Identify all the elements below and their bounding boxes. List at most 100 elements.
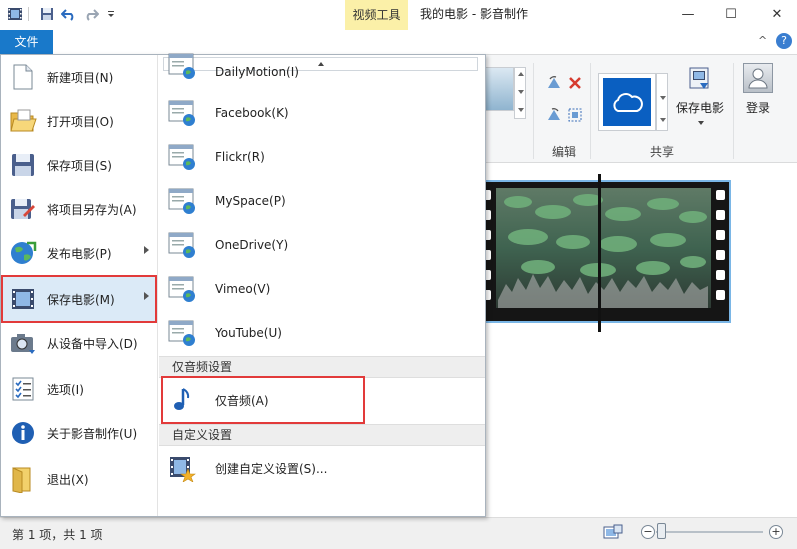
qat-redo-icon[interactable] [82, 5, 100, 23]
menu-item-import-from-device[interactable]: 从设备中导入(D) [3, 321, 155, 365]
submenu-item-label: 仅音频(A) [215, 393, 269, 408]
user-avatar-icon[interactable] [743, 63, 773, 93]
window-title: 我的电影 - 影音制作 [420, 7, 528, 21]
title-bar: 视频工具 我的电影 - 影音制作 — ☐ ✕ [0, 0, 797, 30]
zoom-slider-thumb[interactable] [657, 523, 666, 539]
save-movie-icon[interactable] [686, 65, 714, 96]
submenu-item-label: 创建自定义设置(S)... [215, 461, 328, 476]
qat-save-icon[interactable] [38, 5, 56, 23]
menu-item-save-as[interactable]: 将项目另存为(A) [3, 187, 155, 231]
menu-item-label: 发布电影(P) [47, 246, 112, 261]
menu-item-label: 新建项目(N) [47, 70, 114, 85]
menu-item-label: 选项(I) [47, 382, 84, 397]
share-gallery-scroller[interactable] [656, 73, 668, 131]
minimize-button[interactable]: — [668, 0, 708, 28]
web-page-globe-icon [166, 273, 198, 305]
app-film-icon[interactable] [6, 5, 24, 23]
ribbon-separator [733, 63, 734, 159]
camera-import-icon [7, 327, 39, 359]
menu-item-new-project[interactable]: 新建项目(N) [3, 55, 155, 99]
menu-item-open-project[interactable]: 打开项目(O) [3, 99, 155, 143]
rotate-left-icon[interactable] [546, 75, 562, 94]
submenu-item-facebook[interactable]: Facebook(K) [163, 91, 481, 135]
file-menu: 新建项目(N) 打开项目(O) 保存项目(S) 将项目另存为(A) 发布电影(P… [0, 53, 486, 517]
menu-item-label: 退出(X) [47, 472, 89, 487]
menu-item-label: 保存电影(M) [47, 292, 115, 307]
publish-globe-icon [7, 237, 39, 269]
save-movie-dropdown-icon[interactable] [698, 121, 704, 125]
submenu-item-create-custom[interactable]: 创建自定义设置(S)... [163, 446, 481, 490]
menu-item-label: 从设备中导入(D) [47, 336, 138, 351]
menu-item-about[interactable]: 关于影音制作(U) [3, 411, 155, 455]
menu-item-exit[interactable]: 退出(X) [3, 457, 155, 501]
zoom-slider-track[interactable] [656, 531, 763, 533]
ribbon-separator [533, 63, 534, 159]
zoom-in-button[interactable]: + [769, 525, 783, 539]
zoom-out-button[interactable]: − [641, 525, 655, 539]
film-star-icon [166, 452, 198, 484]
submenu-arrow-icon [144, 292, 149, 300]
remove-icon[interactable] [567, 75, 583, 94]
help-icon[interactable]: ? [776, 33, 792, 49]
exit-icon [7, 463, 39, 495]
save-as-icon [7, 193, 39, 225]
music-note-icon [166, 384, 198, 416]
video-tools-context-tab[interactable]: 视频工具 [345, 0, 408, 30]
qat-undo-icon[interactable] [60, 5, 78, 23]
web-page-globe-icon [166, 50, 198, 82]
menu-item-save-movie[interactable]: 保存电影(M) [1, 275, 157, 323]
ribbon-collapse-icon[interactable]: ^ [758, 34, 767, 47]
submenu-arrow-icon [144, 246, 149, 254]
file-tab[interactable]: 文件 [0, 30, 53, 54]
close-button[interactable]: ✕ [757, 0, 797, 28]
movie-maker-window: 视频工具 我的电影 - 影音制作 — ☐ ✕ 文件 ^ ? 编辑 保存电影 共享… [0, 0, 797, 549]
menu-item-label: 打开项目(O) [47, 114, 114, 129]
playhead-indicator[interactable] [598, 174, 601, 332]
submenu-item-onedrive[interactable]: OneDrive(Y) [163, 223, 481, 267]
status-bar: 第 1 项，共 1 项 − + [0, 517, 797, 549]
film-icon [7, 283, 39, 315]
menu-item-publish-movie[interactable]: 发布电影(P) [3, 231, 155, 275]
save-movie-ribbon-button[interactable]: 保存电影 [676, 99, 724, 116]
signin-button[interactable]: 登录 [746, 99, 770, 116]
submenu-item-label: Vimeo(V) [215, 282, 271, 296]
open-folder-icon [7, 105, 39, 137]
select-all-icon[interactable] [567, 107, 583, 126]
submenu-item-label: DailyMotion(I) [215, 65, 299, 79]
submenu-item-dailymotion[interactable]: DailyMotion(I) [163, 49, 481, 83]
options-list-icon [7, 373, 39, 405]
video-clip-thumbnail[interactable] [476, 180, 731, 323]
file-menu-left-pane: 新建项目(N) 打开项目(O) 保存项目(S) 将项目另存为(A) 发布电影(P… [1, 55, 158, 516]
theme-gallery-scroller[interactable] [514, 67, 526, 119]
submenu-item-flickr[interactable]: Flickr(R) [163, 135, 481, 179]
ribbon-separator [590, 63, 591, 159]
submenu-item-label: MySpace(P) [215, 194, 286, 208]
submenu-item-myspace[interactable]: MySpace(P) [163, 179, 481, 223]
qat-divider [28, 7, 29, 21]
rotate-right-icon[interactable] [546, 107, 562, 126]
monitor-view-icon[interactable] [603, 524, 623, 545]
info-icon [7, 417, 39, 449]
share-onedrive-tile[interactable] [598, 73, 656, 131]
new-project-icon [7, 61, 39, 93]
qat-customize-icon[interactable] [102, 5, 120, 23]
web-page-globe-icon [166, 185, 198, 217]
menu-item-save-project[interactable]: 保存项目(S) [3, 143, 155, 187]
menu-item-label: 保存项目(S) [47, 158, 112, 173]
submenu-item-audio-only[interactable]: 仅音频(A) [161, 376, 365, 424]
menu-item-label: 关于影音制作(U) [47, 426, 138, 441]
submenu-item-vimeo[interactable]: Vimeo(V) [163, 267, 481, 311]
custom-section-header: 自定义设置 [159, 424, 485, 446]
maximize-button[interactable]: ☐ [711, 0, 751, 28]
onedrive-cloud-icon [603, 78, 651, 126]
web-page-globe-icon [166, 229, 198, 261]
menu-item-options[interactable]: 选项(I) [3, 367, 155, 411]
submenu-item-youtube[interactable]: YouTube(U) [163, 311, 481, 355]
audio-only-section-header: 仅音频设置 [159, 356, 485, 378]
submenu-item-label: OneDrive(Y) [215, 238, 289, 252]
web-page-globe-icon [166, 317, 198, 349]
save-movie-submenu: DailyMotion(I) Facebook(K) Flickr(R) MyS… [159, 53, 485, 516]
share-group-label: 共享 [650, 145, 675, 159]
submenu-item-label: Flickr(R) [215, 150, 265, 164]
web-page-globe-icon [166, 141, 198, 173]
